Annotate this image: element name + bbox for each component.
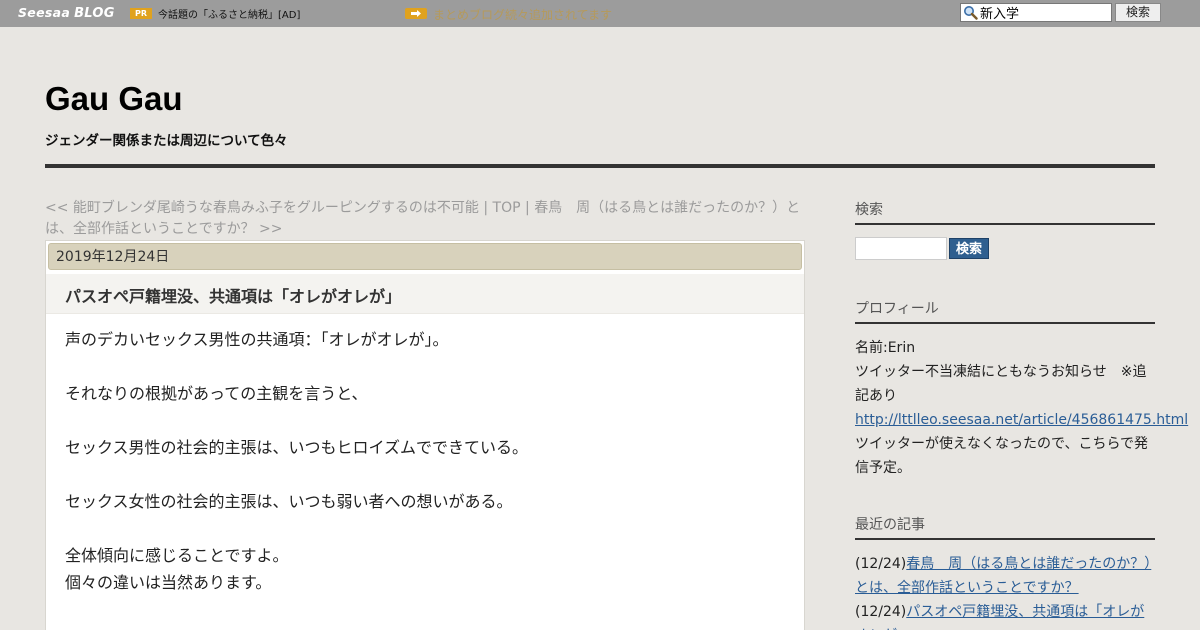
article-title[interactable]: パスオペ戸籍埋没、共通項は「オレがオレが」 <box>65 283 401 307</box>
recent-article-date: (12/24) <box>855 556 907 572</box>
seesaa-blog-logo[interactable]: Seesaa BLOG <box>18 5 115 21</box>
list-item: (12/24)春鳥 周（はる鳥とは誰だったのか？）とは、全部作話ということですか… <box>855 552 1155 600</box>
pager-separator: | <box>478 200 493 216</box>
article-paragraph: 個々の違いは当然あります。 <box>65 573 272 592</box>
article-paragraph <box>65 407 785 434</box>
arrow-right-icon <box>405 8 427 19</box>
top-search-input[interactable] <box>980 4 1110 21</box>
article-title-bar: パスオペ戸籍埋没、共通項は「オレがオレが」 <box>46 274 804 314</box>
profile-note: ツイッター不当凍結にともなうお知らせ ※追記あり <box>855 364 1147 404</box>
notice-link[interactable]: まとめブログ続々追加されてます <box>433 6 612 23</box>
logo-text-blog: BLOG <box>74 6 115 21</box>
article: 2019年12月24日 パスオペ戸籍埋没、共通項は「オレがオレが」 声のデカいセ… <box>45 240 805 630</box>
recent-articles-list: (12/24)春鳥 周（はる鳥とは誰だったのか？）とは、全部作話ということですか… <box>855 552 1155 630</box>
sidebar-search: 検索 <box>855 237 1155 260</box>
header-divider <box>45 164 1155 168</box>
site-description: ジェンダー関係または周辺について色々 <box>45 133 288 149</box>
pr-badge: PR <box>130 8 152 19</box>
site-title[interactable]: Gau Gau <box>45 80 183 118</box>
article-paragraph <box>65 515 785 542</box>
recent-article-date: (12/24) <box>855 604 907 620</box>
search-widget-heading: 検索 <box>855 199 1155 225</box>
ad-link[interactable]: 今話題の「ふるさと納税」[AD] <box>158 6 300 21</box>
top-bar: Seesaa BLOG PR 今話題の「ふるさと納税」[AD] まとめブログ続々追… <box>0 0 1200 27</box>
search-icon <box>963 5 978 24</box>
profile-name: 名前:Erin <box>855 340 916 356</box>
article-paragraph <box>65 461 785 488</box>
logo-text-seesaa: Seesaa <box>18 5 71 20</box>
top-search-box <box>960 3 1112 22</box>
article-body: 声のデカいセックス男性の共通項：「オレがオレが」。 それなりの根拠があっての主観… <box>65 326 785 596</box>
sidebar: 検索 検索 プロフィール 名前:Erin ツイッター不当凍結にともなうお知らせ … <box>855 199 1188 630</box>
top-link[interactable]: TOP <box>493 200 521 216</box>
article-paragraph: 全体傾向に感じることですよ。 <box>65 546 289 565</box>
profile-link[interactable]: http://lttlleo.seesaa.net/article/456861… <box>855 412 1188 428</box>
article-paragraph: セックス男性の社会的主張は、いつもヒロイズムでできている。 <box>65 438 529 457</box>
recent-articles-heading: 最近の記事 <box>855 514 1155 540</box>
article-date: 2019年12月24日 <box>48 243 802 270</box>
sidebar-search-input[interactable] <box>855 237 947 260</box>
profile-heading: プロフィール <box>855 298 1155 324</box>
article-paragraph <box>65 353 785 380</box>
list-item: (12/24)パスオペ戸籍埋没、共通項は「オレがオレが」 <box>855 600 1155 630</box>
sidebar-search-button[interactable]: 検索 <box>949 238 989 259</box>
pager-separator: | <box>520 200 535 216</box>
profile-content: 名前:Erin ツイッター不当凍結にともなうお知らせ ※追記あり http://… <box>855 336 1188 480</box>
article-paragraph: 声のデカいセックス男性の共通項：「オレがオレが」。 <box>65 330 449 349</box>
profile-note-2: ツイッターが使えなくなったので、こちらで発信予定。 <box>855 436 1149 476</box>
article-paragraph: セックス女性の社会的主張は、いつも弱い者への想いがある。 <box>65 492 513 511</box>
prev-article-link[interactable]: << 能町ブレンダ尾崎うな春鳥みふ子をグルーピングするのは不可能 <box>45 200 479 216</box>
article-pager: << 能町ブレンダ尾崎うな春鳥みふ子をグルーピングするのは不可能 | TOP |… <box>45 198 805 240</box>
top-search-button[interactable]: 検索 <box>1115 3 1161 22</box>
article-paragraph: それなりの根拠があっての主観を言うと、 <box>65 384 368 403</box>
